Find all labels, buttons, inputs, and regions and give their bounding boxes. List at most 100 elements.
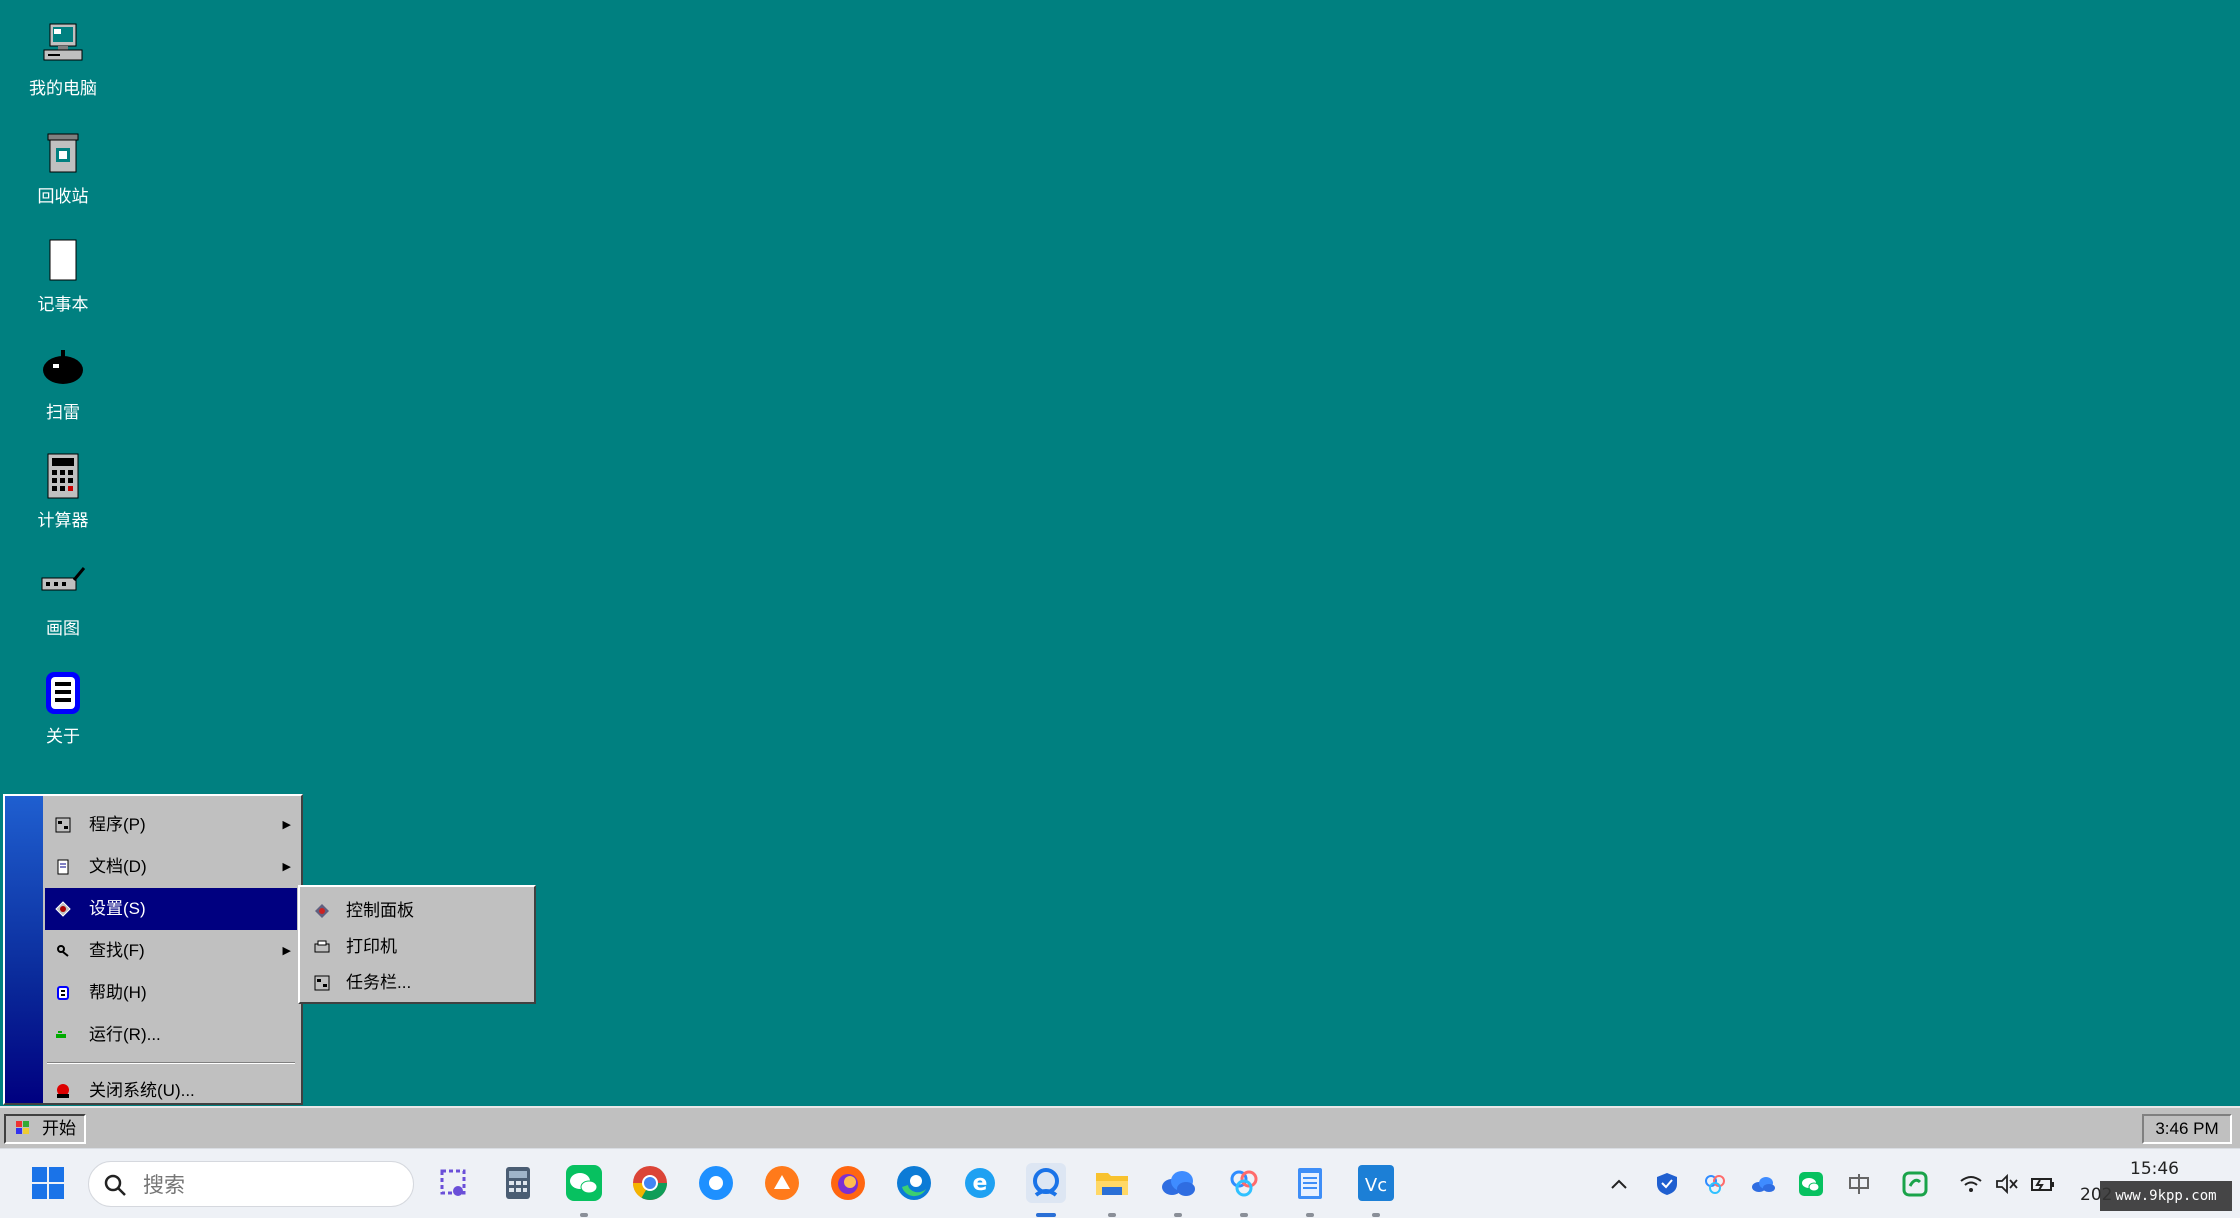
start-menu-item-run[interactable]: 运行(R)... [45, 1014, 297, 1056]
wifi-icon [1960, 1176, 1982, 1192]
search-icon [104, 1174, 126, 1196]
netdisk-icon [1705, 1175, 1725, 1194]
folder-icon [1096, 1173, 1128, 1195]
taskbar-app-ie[interactable]: e [960, 1163, 1000, 1203]
programs-icon [55, 817, 71, 833]
start-menu-banner [5, 796, 43, 1103]
taskbar-app-active[interactable] [1026, 1163, 1066, 1217]
desktop: 我的电脑 回收站 记事本 扫雷 计算器 画图 关于 程序(P) ▶ 文档(D) … [0, 0, 2240, 1106]
start-menu-item-help[interactable]: 帮助(H) [45, 972, 297, 1014]
submenu-item-taskbar[interactable]: 任务栏... [300, 965, 534, 1001]
submenu-item-control-panel[interactable]: 控制面板 [300, 893, 534, 929]
watermark: www.9kpp.com [2100, 1181, 2232, 1211]
desktop-icon-label: 扫雷 [46, 403, 80, 422]
snipping-tool-icon [440, 1169, 466, 1196]
classic-taskbar: 开始 3:46 PM [0, 1106, 2240, 1148]
tray-app-security[interactable] [1654, 1171, 1680, 1197]
tray-volume[interactable] [1994, 1171, 2020, 1197]
search-input[interactable] [141, 1170, 395, 1200]
internet-explorer-icon: e [965, 1168, 995, 1198]
battery-charging-icon [2031, 1178, 2054, 1191]
desktop-icon-notepad[interactable]: 记事本 [18, 236, 108, 315]
settings-submenu: 控制面板 打印机 任务栏... [298, 885, 536, 1004]
tray-wifi[interactable] [1958, 1171, 1984, 1197]
notepad-icon [1298, 1168, 1322, 1199]
tray-app-wechat[interactable] [1798, 1171, 1824, 1197]
taskbar-app-snipping[interactable] [434, 1163, 474, 1203]
taskbar-search[interactable] [88, 1161, 414, 1207]
desktop-icon-calculator[interactable]: 计算器 [18, 452, 108, 531]
desktop-icon-label: 画图 [46, 619, 80, 638]
volume-muted-icon [1996, 1173, 2018, 1195]
taskbar-app-cloud[interactable] [1158, 1163, 1198, 1217]
windows-logo-icon [16, 1121, 29, 1134]
start-menu-item-settings[interactable]: 设置(S) [45, 888, 297, 930]
cloud-icon [1162, 1171, 1195, 1196]
desktop-icon-label: 记事本 [37, 295, 89, 314]
shutdown-icon [57, 1084, 69, 1098]
desktop-icon-label: 计算器 [37, 511, 89, 530]
taskbar-app-calculator[interactable] [498, 1163, 538, 1203]
taskbar-app-chrome[interactable] [630, 1163, 670, 1203]
computer-icon [43, 23, 83, 61]
calculator-icon [47, 453, 79, 499]
running-indicator [1306, 1213, 1314, 1217]
tray-app-netdisk[interactable] [1702, 1171, 1728, 1197]
desktop-icon-label: 关于 [46, 727, 80, 746]
taskbar-app-firefox[interactable] [828, 1163, 868, 1203]
input-method-icon [1849, 1174, 1869, 1194]
green-app-icon [1902, 1171, 1928, 1197]
start-menu-item-find[interactable]: 查找(F) ▶ [45, 930, 297, 972]
windows-taskbar: e Vc [0, 1148, 2240, 1218]
desktop-icon-my-computer[interactable]: 我的电脑 [18, 20, 108, 99]
calculator-icon [506, 1167, 530, 1199]
windows-start-button[interactable] [28, 1163, 68, 1203]
start-menu-item-documents[interactable]: 文档(D) ▶ [45, 846, 297, 888]
firefox-icon [831, 1166, 865, 1200]
taskbar-app-vscode[interactable]: Vc [1356, 1163, 1396, 1217]
taskbar-app-notepad[interactable] [1290, 1163, 1330, 1217]
running-indicator [1174, 1213, 1182, 1217]
taskbar-app-edge[interactable] [894, 1163, 934, 1203]
recycle-bin-icon [47, 133, 79, 173]
taskbar-app-baidu-netdisk[interactable] [1224, 1163, 1264, 1217]
taskbar-app-explorer[interactable] [1092, 1163, 1132, 1217]
submenu-arrow-icon: ▶ [282, 819, 291, 831]
tray-overflow-button[interactable] [1606, 1171, 1632, 1197]
system-clock[interactable]: 3:46 PM [2142, 1114, 2232, 1144]
desktop-icon-minesweeper[interactable]: 扫雷 [18, 344, 108, 423]
chevron-up-icon [1611, 1179, 1627, 1189]
notepad-icon [49, 239, 77, 281]
documents-icon [57, 859, 69, 875]
windows-start-icon [32, 1167, 64, 1199]
find-icon [57, 945, 69, 957]
desktop-icon-label: 我的电脑 [29, 79, 97, 98]
taskbar-app-browser[interactable] [696, 1163, 736, 1203]
taskbar-app-orange[interactable] [762, 1163, 802, 1203]
desktop-icon-label: 回收站 [37, 187, 89, 206]
tray-battery[interactable] [2030, 1171, 2056, 1197]
orange-app-icon [765, 1166, 799, 1200]
desktop-icon-recycle-bin[interactable]: 回收站 [18, 128, 108, 207]
help-icon [57, 986, 69, 1000]
active-indicator [1036, 1213, 1056, 1217]
taskbar-icon [314, 975, 330, 991]
tray-app-cloud[interactable] [1750, 1171, 1776, 1197]
tray-app-green[interactable] [1902, 1171, 1928, 1197]
taskbar-time[interactable]: 15:46 [2130, 1159, 2179, 1179]
start-button[interactable]: 开始 [4, 1114, 86, 1144]
wechat-icon [1799, 1172, 1823, 1196]
desktop-icon-paint[interactable]: 画图 [18, 560, 108, 639]
chrome-icon [633, 1166, 667, 1200]
active-app-icon [1026, 1163, 1066, 1203]
submenu-item-printer[interactable]: 打印机 [300, 929, 534, 965]
svg-text:e: e [973, 1171, 988, 1196]
desktop-icon-about[interactable]: 关于 [18, 668, 108, 747]
tray-input-method[interactable] [1846, 1171, 1872, 1197]
cloud-icon [1752, 1177, 1775, 1192]
paint-icon [41, 567, 86, 591]
running-indicator [1108, 1213, 1116, 1217]
taskbar-app-wechat[interactable] [564, 1163, 604, 1217]
start-menu-item-programs[interactable]: 程序(P) ▶ [45, 804, 297, 846]
running-indicator [1372, 1213, 1380, 1217]
